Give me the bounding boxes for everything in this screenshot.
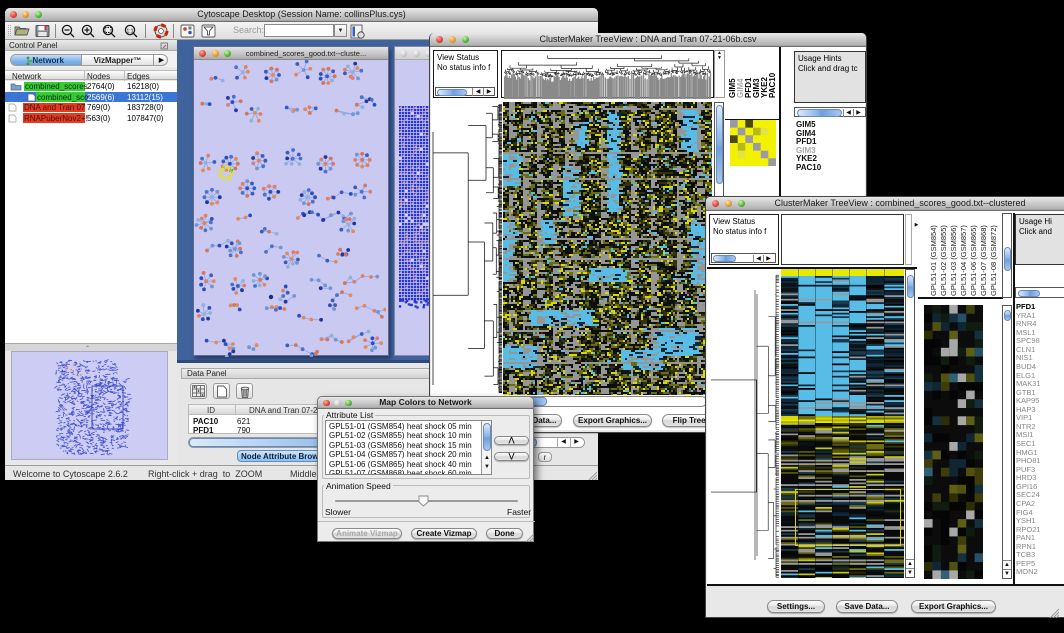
svg-text:1:1: 1:1 bbox=[127, 28, 134, 34]
